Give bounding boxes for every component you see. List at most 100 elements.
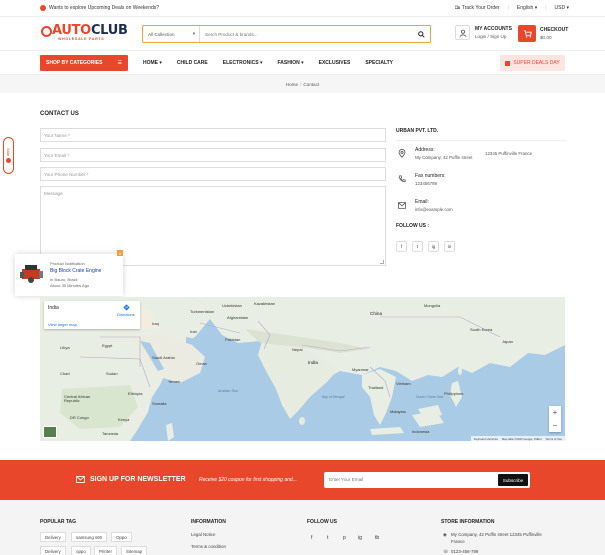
language-select[interactable]: English ▾ — [517, 5, 537, 11]
notification-product-link[interactable]: Big Block Crate Engine — [50, 268, 101, 274]
breadcrumb-current: Contact — [303, 81, 320, 87]
close-icon[interactable]: x — [117, 250, 123, 256]
breadcrumb: Home / Contact — [0, 75, 605, 93]
store-info-heading: STORE INFORMATION — [441, 519, 495, 525]
category-select[interactable]: All Collection ▾ — [143, 26, 200, 42]
tag-item[interactable]: oppo — [71, 546, 91, 555]
map-label-kazakhstan: Kazakhstan — [254, 301, 275, 306]
pinterest-icon[interactable]: p — [343, 535, 346, 541]
subscribe-button[interactable]: Subscribe — [498, 474, 528, 486]
keyboard-shortcuts-link[interactable]: Keyboard shortcuts — [474, 437, 498, 441]
linkedin-icon[interactable]: in — [444, 241, 455, 252]
directions-link[interactable]: Directions — [117, 312, 135, 317]
site-logo[interactable]: AUTOCLUB WHOLESALE PARTS — [40, 23, 128, 44]
fax-block: Fax numbers: 123456789 — [396, 173, 446, 186]
map-label-arabian-sea: Arabian Sea — [218, 389, 238, 393]
satellite-toggle[interactable] — [43, 426, 57, 438]
view-larger-map-link[interactable]: View larger map — [48, 322, 77, 327]
follow-heading: FOLLOW US : — [396, 223, 430, 229]
map-attribution: Keyboard shortcuts Map data ©2023 Google… — [470, 436, 565, 441]
tag-item[interactable]: Oppo — [111, 532, 132, 542]
search-bar: All Collection ▾ — [142, 25, 431, 43]
search-input[interactable] — [200, 26, 412, 42]
newsletter-subtitle: Receive $20 coupon for first shopping an… — [199, 477, 297, 483]
nav-item-exclusives[interactable]: EXCLUSIVES — [319, 60, 351, 66]
newsletter-form: Enter Your Email Subscribe — [324, 472, 530, 488]
track-order-link[interactable]: Track Your Order — [455, 5, 500, 11]
top-bar-links: Track Your Order | English ▾ | USD ▾ — [455, 5, 569, 11]
nav-item-electronics[interactable]: ELECTRONICS ▾ — [223, 60, 263, 66]
nav-menu: HOME ▾ CHILD CARE ELECTRONICS ▾ FASHION … — [143, 60, 393, 66]
zoom-controls: + − — [549, 406, 561, 432]
zoom-in-button[interactable]: + — [553, 408, 558, 417]
nav-item-specialty[interactable]: SPECIALTY — [365, 60, 393, 66]
resize-handle[interactable] — [380, 260, 384, 264]
user-icon — [455, 25, 470, 40]
map-label-libya: Libya — [60, 345, 70, 350]
nav-item-fashion[interactable]: FASHION ▾ — [278, 60, 304, 66]
map-label-turkmenistan: Turkmenistan — [190, 309, 215, 314]
account-sub[interactable]: Login / Sign Up — [475, 34, 512, 39]
main-nav: SHOP BY CATEGORIES ☰ HOME ▾ CHILD CARE E… — [0, 51, 605, 75]
tag-item[interactable]: Delivery — [40, 546, 66, 555]
terms-link[interactable]: Terms of Use — [546, 437, 562, 441]
search-icon — [417, 30, 425, 38]
checkout-title: CHECKOUT — [540, 27, 569, 33]
map-label-oman: Oman — [196, 361, 207, 366]
tag-item[interactable]: Delivery — [40, 532, 66, 542]
bell-icon — [40, 5, 46, 11]
twitter-icon[interactable]: t — [412, 241, 423, 252]
map-label-saudi: Saudi Arabia — [152, 355, 175, 360]
social-links: f t ig in — [396, 241, 455, 252]
tag-item[interactable]: samsung s60 — [71, 532, 108, 542]
map-label-malaysia: Malaysia — [390, 409, 406, 414]
tag-item[interactable]: Sitemap — [121, 546, 148, 555]
zoom-out-button[interactable]: − — [553, 421, 558, 430]
email-value[interactable]: info@example.com — [415, 207, 453, 212]
facebook-icon[interactable]: f — [311, 535, 312, 541]
instagram-icon[interactable]: ig — [358, 535, 362, 541]
instagram-icon[interactable]: ig — [428, 241, 439, 252]
menu-icon: ☰ — [117, 60, 122, 66]
search-button[interactable] — [412, 26, 430, 42]
envelope-icon — [396, 199, 408, 211]
tag-icon — [6, 158, 11, 163]
email-field[interactable]: Your Email * — [40, 148, 386, 162]
legal-notice-link[interactable]: Legal Notice — [191, 532, 215, 537]
newsletter-email-input[interactable]: Enter Your Email — [329, 477, 363, 482]
map-label-south-korea: South Korea — [470, 327, 493, 332]
facebook-icon[interactable]: f — [396, 241, 407, 252]
nav-item-home[interactable]: HOME ▾ — [143, 60, 162, 66]
popular-tag-heading: POPULAR TAG — [40, 519, 77, 525]
chevron-down-icon: ▾ — [192, 31, 195, 36]
email-label: Email: — [415, 199, 429, 205]
shop-by-categories-button[interactable]: SHOP BY CATEGORIES ☰ — [40, 55, 128, 71]
tumblr-icon[interactable]: tb — [375, 535, 379, 541]
currency-select[interactable]: USD ▾ — [555, 5, 569, 11]
super-deals-button[interactable]: SUPER DEALS DAY — [500, 55, 565, 71]
directions-icon[interactable] — [123, 304, 130, 311]
store-address-country: France — [451, 539, 465, 544]
map-pin-icon — [396, 147, 408, 159]
terms-condition-link[interactable]: Terms & condition — [191, 544, 226, 549]
map-label-somalia: Somalia — [152, 401, 167, 406]
sale-side-tab[interactable]: Sale — [3, 137, 14, 174]
fax-label: Fax numbers: — [415, 173, 446, 179]
map-label-kenya: Kenya — [118, 417, 130, 422]
name-field[interactable]: Your Name * — [40, 128, 386, 142]
tag-item[interactable]: Printer — [94, 546, 117, 555]
address-block: Address: My Company, 42 Puffin street — [396, 147, 472, 160]
map-place-card: India Directions View larger map — [44, 301, 140, 329]
map-label-myanmar: Myanmar — [352, 367, 369, 372]
breadcrumb-home[interactable]: Home — [286, 82, 298, 87]
nav-item-child-care[interactable]: CHILD CARE — [177, 60, 208, 66]
address-line1: My Company, 42 Puffin street — [415, 155, 473, 160]
checkout-link[interactable]: CHECKOUT $0.00 — [518, 25, 568, 42]
phone-field[interactable]: Your Phone Number * — [40, 167, 386, 181]
account-link[interactable]: MY ACCOUNTS Login / Sign Up — [455, 25, 512, 40]
store-phone: 0123-456-789 — [451, 549, 479, 554]
information-heading: INFORMATION — [191, 519, 226, 525]
twitter-icon[interactable]: t — [327, 535, 328, 541]
logo-wordmark: AUTOCLUB — [52, 23, 128, 38]
location-map[interactable]: India China Afghanistan Pakistan Iran Ir… — [40, 297, 565, 441]
